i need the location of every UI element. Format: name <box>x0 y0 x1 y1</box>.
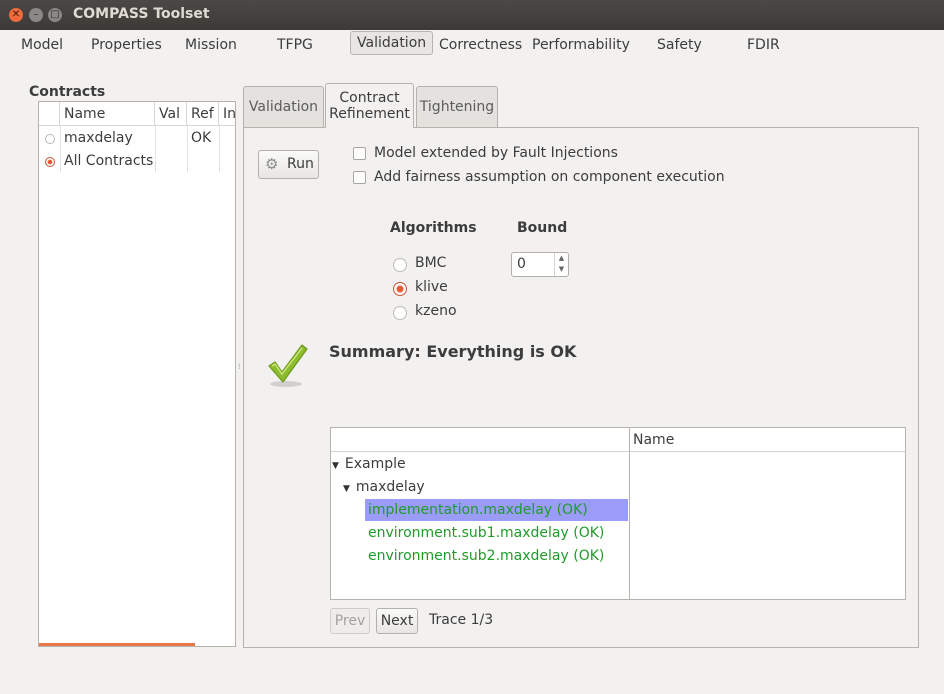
tree-node-root[interactable]: ▼ Example <box>332 453 406 475</box>
progress-bar <box>39 643 195 646</box>
spin-down-icon[interactable]: ▼ <box>555 264 568 275</box>
fairness-label: Add fairness assumption on component exe… <box>374 169 725 185</box>
column-select[interactable] <box>39 102 60 126</box>
row-name: maxdelay <box>64 130 133 146</box>
tree-column-main[interactable] <box>331 428 630 452</box>
tree-node-child[interactable]: ▼ maxdelay <box>343 476 425 498</box>
column-val[interactable]: Val <box>155 102 187 126</box>
fault-injection-checkbox[interactable] <box>353 147 366 160</box>
fault-injection-label: Model extended by Fault Injections <box>374 145 618 161</box>
minimize-icon[interactable]: – <box>29 8 43 22</box>
spin-arrows[interactable]: ▲ ▼ <box>554 253 568 276</box>
tree-column-divider <box>629 452 630 599</box>
validation-tabs: Validation Contract Refinement Tightenin… <box>243 83 919 648</box>
row-ref: OK <box>191 130 212 146</box>
tree-leaf-sub2[interactable]: environment.sub2.maxdelay (OK) <box>368 545 604 567</box>
tab-label-line2: Refinement <box>329 106 410 122</box>
menu-model[interactable]: Model <box>15 35 69 55</box>
tree-leaf-sub1[interactable]: environment.sub1.maxdelay (OK) <box>368 522 604 544</box>
trace-counter: Trace 1/3 <box>429 612 494 628</box>
column-ref[interactable]: Ref <box>187 102 219 126</box>
bound-value[interactable]: 0 <box>517 256 526 272</box>
bound-title: Bound <box>517 220 568 236</box>
row-name: All Contracts <box>64 153 154 169</box>
expand-triangle-icon[interactable]: ▼ <box>343 484 350 494</box>
window-title: COMPASS Toolset <box>73 6 210 22</box>
contracts-table: Name Val Ref In maxdelay OK All Contract… <box>38 101 236 647</box>
results-tree: Name ▼ Example ▼ maxdelay implementation.m… <box>330 427 906 600</box>
menu-validation[interactable]: Validation <box>350 31 434 55</box>
algorithms-title: Algorithms <box>390 220 477 236</box>
expand-triangle-icon[interactable]: ▼ <box>332 461 339 471</box>
menu-safety[interactable]: Safety <box>651 35 708 55</box>
menu-properties[interactable]: Properties <box>85 35 168 55</box>
next-button[interactable]: Next <box>376 608 418 634</box>
algorithm-label: klive <box>415 279 448 295</box>
run-button[interactable]: ⚙ Run <box>258 150 319 179</box>
tab-tightening[interactable]: Tightening <box>416 86 498 130</box>
algorithm-radio[interactable] <box>393 306 407 320</box>
menu-performability[interactable]: Performability <box>526 35 636 55</box>
menu-tfpg[interactable]: TFPG <box>271 35 319 55</box>
tree-node-label: Example <box>344 456 406 472</box>
bound-spinbox[interactable]: 0 ▲ ▼ <box>511 252 569 277</box>
contract-refinement-page: ⚙ Run Model extended by Fault Injections… <box>243 127 919 648</box>
summary-text: Summary: Everything is OK <box>329 342 577 361</box>
tree-column-name[interactable]: Name <box>630 428 905 452</box>
contracts-title: Contracts <box>29 84 106 100</box>
menu-fdir[interactable]: FDIR <box>741 35 786 55</box>
row-radio[interactable] <box>45 157 55 167</box>
panel-splitter-handle[interactable]: ⁞ <box>238 362 242 372</box>
menu-mission[interactable]: Mission <box>179 35 243 55</box>
close-icon[interactable]: ✕ <box>9 8 23 22</box>
tab-contract-refinement[interactable]: Contract Refinement <box>325 83 414 128</box>
algorithm-label: BMC <box>415 255 447 271</box>
spin-up-icon[interactable]: ▲ <box>555 253 568 264</box>
fairness-checkbox[interactable] <box>353 171 366 184</box>
tab-label-line1: Contract <box>339 90 400 106</box>
algorithm-label: kzeno <box>415 303 457 319</box>
algorithm-radio[interactable] <box>393 282 407 296</box>
row-radio[interactable] <box>45 134 55 144</box>
column-in[interactable]: In <box>219 102 235 126</box>
window-titlebar: ✕ – □ COMPASS Toolset <box>0 0 944 30</box>
menu-correctness[interactable]: Correctness <box>433 35 528 55</box>
prev-button[interactable]: Prev <box>330 608 370 634</box>
table-row[interactable]: All Contracts <box>39 150 235 173</box>
maximize-icon[interactable]: □ <box>48 8 62 22</box>
tab-validation[interactable]: Validation <box>243 86 324 130</box>
main-menubar: Model Properties Mission TFPG Validation… <box>0 30 944 60</box>
gears-icon: ⚙ <box>265 155 279 173</box>
algorithm-radio[interactable] <box>393 258 407 272</box>
checkmark-icon <box>268 344 308 387</box>
run-button-label: Run <box>287 156 314 172</box>
tree-leaf-implementation[interactable]: implementation.maxdelay (OK) <box>365 499 628 521</box>
table-row[interactable]: maxdelay OK <box>39 127 235 150</box>
column-name[interactable]: Name <box>60 102 155 126</box>
tree-node-label: maxdelay <box>355 479 425 495</box>
